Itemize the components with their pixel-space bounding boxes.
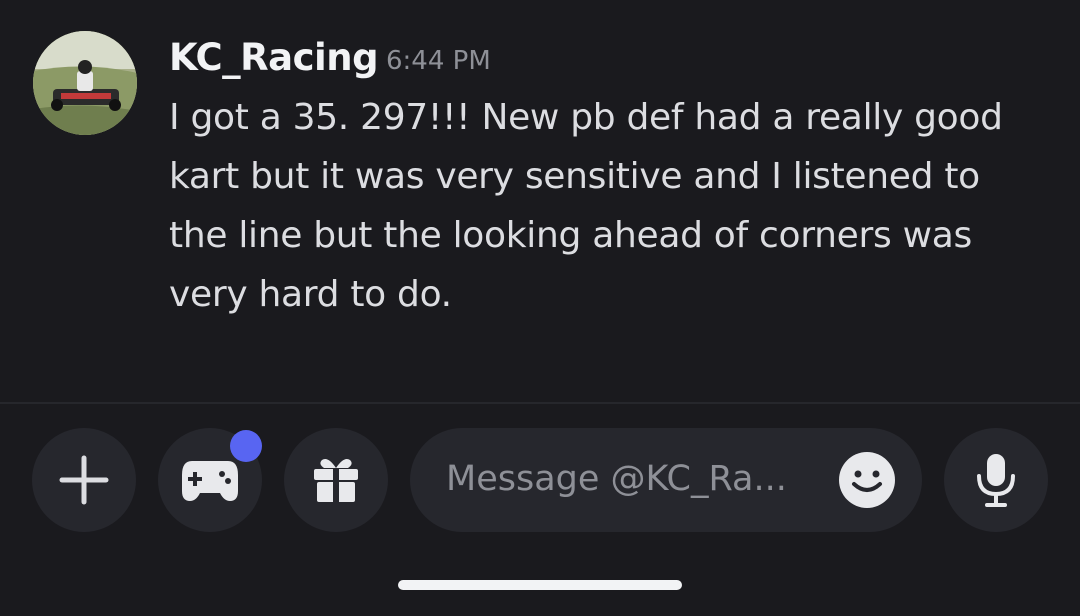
message-timestamp: 6:44 PM bbox=[386, 46, 491, 76]
message-content: I got a 35. 297!!! New pb def had a real… bbox=[169, 97, 1003, 315]
message-input-placeholder: Message @KC_Ra... bbox=[446, 459, 787, 499]
add-attachment-button[interactable] bbox=[32, 428, 136, 532]
avatar-image bbox=[33, 31, 137, 135]
voice-message-button[interactable] bbox=[944, 428, 1048, 532]
activities-notification-dot bbox=[230, 430, 262, 462]
home-indicator[interactable] bbox=[398, 580, 682, 590]
emoji-icon bbox=[839, 452, 895, 508]
plus-icon bbox=[59, 455, 109, 505]
message-item: KC_Racing 6:44 PM I got a 35. 297!!! New… bbox=[0, 0, 1080, 402]
microphone-icon bbox=[977, 454, 1015, 507]
gift-icon bbox=[314, 459, 358, 502]
emoji-button[interactable] bbox=[838, 451, 896, 509]
avatar[interactable] bbox=[33, 31, 137, 135]
gift-button[interactable] bbox=[284, 428, 388, 532]
gamepad-icon bbox=[182, 461, 238, 501]
message-username[interactable]: KC_Racing bbox=[169, 36, 379, 79]
message-input[interactable]: Message @KC_Ra... bbox=[410, 428, 922, 532]
